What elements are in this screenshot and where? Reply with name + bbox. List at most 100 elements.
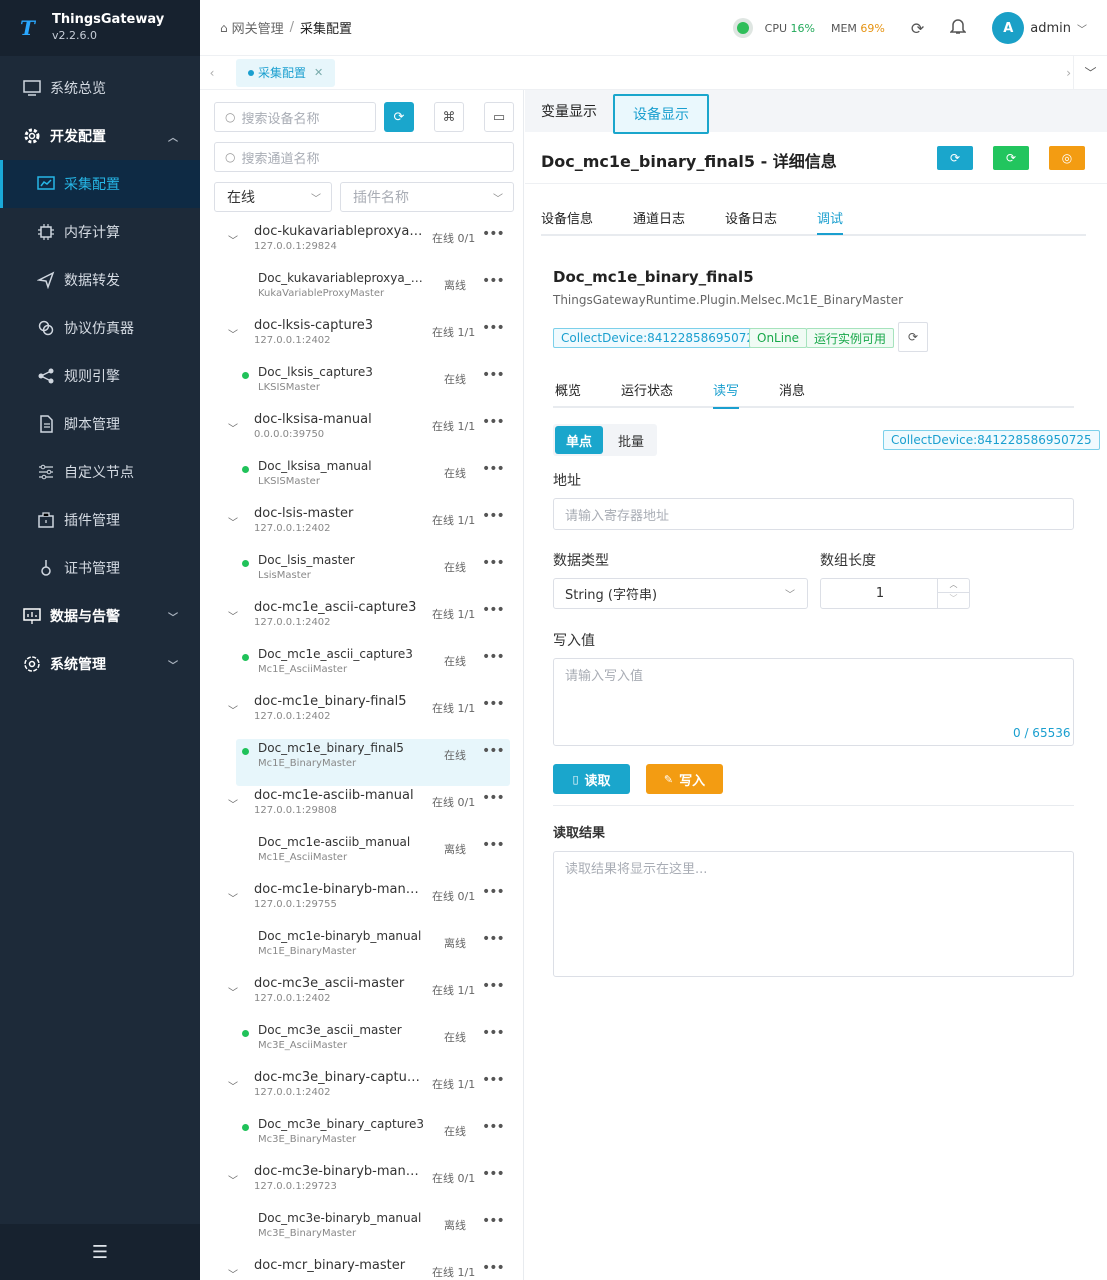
mode-batch-button[interactable]: 批量 <box>607 426 655 454</box>
increment-icon[interactable]: ︿ <box>938 579 969 593</box>
more-icon[interactable]: ••• <box>482 1260 505 1276</box>
tab-read-write[interactable]: 读写 <box>713 380 740 409</box>
stop-button[interactable]: ◎ <box>1049 146 1085 170</box>
tab-channel-log[interactable]: 通道日志 <box>633 208 685 227</box>
sidebar-item-overview[interactable]: 系统总览 <box>0 64 200 112</box>
chevron-down-icon[interactable]: ﹀ <box>228 702 238 717</box>
chevron-down-icon[interactable]: ﹀ <box>228 1172 238 1187</box>
collapse-menu-button[interactable]: ☰ <box>0 1224 200 1280</box>
chevron-down-icon[interactable]: ﹀ <box>1077 21 1087 36</box>
chevron-down-icon[interactable]: ﹀ <box>228 1078 238 1093</box>
tree-channel-item[interactable]: ﹀ doc-lksis-capture3 127.0.0.1:2402 在线 1/1 •… <box>200 316 516 363</box>
more-icon[interactable]: ••• <box>482 273 505 289</box>
more-icon[interactable]: ••• <box>482 696 505 712</box>
tree-device-item[interactable]: Doc_lksisa_manual LKSISMaster 在线 ••• <box>200 457 516 504</box>
sidebar-item-plugin-manage[interactable]: 插件管理 <box>0 496 200 544</box>
tab-variables[interactable]: 变量显示 <box>541 90 597 132</box>
tab-device-info[interactable]: 设备信息 <box>541 208 593 227</box>
sidebar-item-rule-engine[interactable]: 规则引擎 <box>0 352 200 400</box>
more-icon[interactable]: ••• <box>482 414 505 430</box>
tree-device-item[interactable]: Doc_kukavariableproxya_ma... KukaVariable… <box>200 269 516 316</box>
more-icon[interactable]: ••• <box>482 837 505 853</box>
chevron-down-icon[interactable]: ﹀ <box>228 514 238 529</box>
more-icon[interactable]: ••• <box>482 555 505 571</box>
more-icon[interactable]: ••• <box>482 461 505 477</box>
more-icon[interactable]: ••• <box>482 649 505 665</box>
more-icon[interactable]: ••• <box>482 931 505 947</box>
tree-channel-item[interactable]: ﹀ doc-mc1e-binaryb-manual 127.0.0.1:29755 在… <box>200 880 516 927</box>
write-button[interactable]: ✎ 写入 <box>646 764 723 794</box>
tree-channel-item[interactable]: ﹀ doc-mc3e_ascii-master 127.0.0.1:2402 在线 1… <box>200 974 516 1021</box>
monitor-button[interactable]: ▭ <box>484 102 514 132</box>
chevron-down-icon[interactable]: ﹀ <box>228 232 238 247</box>
tree-device-item[interactable]: Doc_mc1e-asciib_manual Mc1E_AsciiMaster 离线… <box>200 833 516 880</box>
chevron-down-icon[interactable]: ﹀ <box>228 796 238 811</box>
tab-message[interactable]: 消息 <box>779 380 805 399</box>
sidebar-item-collect-config[interactable]: 采集配置 <box>0 160 200 208</box>
tree-device-item[interactable]: Doc_lsis_master LsisMaster 在线 ••• <box>200 551 516 598</box>
sidebar-group-system[interactable]: 系统管理 ﹀ <box>0 640 200 688</box>
sidebar-item-simulator[interactable]: 协议仿真器 <box>0 304 200 352</box>
refresh-button[interactable]: ⟳ <box>937 146 973 170</box>
chevron-down-icon[interactable]: ﹀ <box>228 326 238 341</box>
tab-devices[interactable]: 设备显示 <box>613 94 709 134</box>
chevron-down-icon[interactable]: ﹀ <box>228 608 238 623</box>
tree-device-item[interactable]: Doc_lksis_capture3 LKSISMaster 在线 ••• <box>200 363 516 410</box>
more-icon[interactable]: ••• <box>482 1213 505 1229</box>
more-icon[interactable]: ••• <box>482 1072 505 1088</box>
reload-button[interactable]: ⟳ <box>898 322 928 352</box>
sidebar-item-data-forward[interactable]: 数据转发 <box>0 256 200 304</box>
more-icon[interactable]: ••• <box>482 602 505 618</box>
more-icon[interactable]: ••• <box>482 1166 505 1182</box>
plugin-filter-select[interactable]: 插件名称 ﹀ <box>340 182 514 212</box>
tab-overview[interactable]: 概览 <box>555 380 581 399</box>
chevron-down-icon[interactable]: ﹀ <box>228 1266 238 1280</box>
page-tab-collect-config[interactable]: 采集配置 ✕ <box>236 58 336 87</box>
chevron-down-icon[interactable]: ﹀ <box>228 984 238 999</box>
status-filter-select[interactable]: 在线 ﹀ <box>214 182 332 212</box>
write-value-textarea[interactable]: 请输入写入值 <box>553 658 1074 746</box>
close-icon[interactable]: ✕ <box>314 66 323 79</box>
datatype-select[interactable]: String (字符串) ﹀ <box>553 578 808 609</box>
more-icon[interactable]: ••• <box>482 884 505 900</box>
tabs-scroll-right-icon[interactable]: › <box>1066 66 1071 80</box>
tree-channel-item[interactable]: ﹀ doc-kukavariableproxya-m... 127.0.0.1:29… <box>200 222 516 269</box>
sidebar-item-cert-manage[interactable]: 证书管理 <box>0 544 200 592</box>
read-result-textarea[interactable]: 读取结果将显示在这里... <box>553 851 1074 977</box>
more-icon[interactable]: ••• <box>482 1119 505 1135</box>
refresh-icon[interactable]: ⟳ <box>911 19 924 38</box>
sidebar-item-script-manage[interactable]: 脚本管理 <box>0 400 200 448</box>
decrement-icon[interactable]: ﹀ <box>938 593 969 608</box>
tree-device-item[interactable]: Doc_mc3e_ascii_master Mc3E_AsciiMaster 在线 •… <box>200 1021 516 1068</box>
more-icon[interactable]: ••• <box>482 226 505 242</box>
search-device-input[interactable]: ○ 搜索设备名称 <box>214 102 376 132</box>
sidebar-item-custom-node[interactable]: 自定义节点 <box>0 448 200 496</box>
tree-channel-item[interactable]: ﹀ doc-mcr_binary-master 在线 1/1 ••• <box>200 1256 516 1280</box>
refresh-tree-button[interactable]: ⟳ <box>384 102 414 132</box>
tree-device-item[interactable]: Doc_mc1e-binaryb_manual Mc1E_BinaryMaster… <box>200 927 516 974</box>
search-channel-input[interactable]: ○ 搜索通道名称 <box>214 142 514 172</box>
arraylen-stepper[interactable]: 1 ︿ ﹀ <box>820 578 970 609</box>
more-icon[interactable]: ••• <box>482 743 505 759</box>
more-icon[interactable]: ••• <box>482 1025 505 1041</box>
more-icon[interactable]: ••• <box>482 320 505 336</box>
tree-channel-item[interactable]: ﹀ doc-lsis-master 127.0.0.1:2402 在线 1/1 ••• <box>200 504 516 551</box>
bell-icon[interactable] <box>949 17 968 39</box>
tabs-dropdown-icon[interactable]: ﹀ <box>1073 55 1107 90</box>
breadcrumb-root[interactable]: 网关管理 <box>232 18 284 37</box>
tree-device-item[interactable]: Doc_mc1e_binary_final5 Mc1E_BinaryMaster 在… <box>236 739 510 786</box>
more-icon[interactable]: ••• <box>482 508 505 524</box>
username[interactable]: admin <box>1030 21 1071 36</box>
avatar[interactable]: A <box>992 12 1025 44</box>
tree-device-item[interactable]: Doc_mc1e_ascii_capture3 Mc1E_AsciiMaster 在… <box>200 645 516 692</box>
bookmark-button[interactable]: ⌘ <box>434 102 464 132</box>
tree-device-item[interactable]: Doc_mc3e_binary_capture3 Mc3E_BinaryMaste… <box>200 1115 516 1162</box>
sidebar-group-data-alarm[interactable]: 数据与告警 ﹀ <box>0 592 200 640</box>
tab-debug[interactable]: 调试 <box>817 208 844 235</box>
sidebar-group-dev-config[interactable]: 开发配置 ︿ <box>0 112 200 160</box>
tree-channel-item[interactable]: ﹀ doc-mc1e_ascii-capture3 127.0.0.1:2402 在线… <box>200 598 516 645</box>
read-button[interactable]: ▯ 读取 <box>553 764 630 794</box>
mode-single-button[interactable]: 单点 <box>555 426 603 454</box>
tree-channel-item[interactable]: ﹀ doc-lksisa-manual 0.0.0.0:39750 在线 1/1 ••• <box>200 410 516 457</box>
tree-device-item[interactable]: Doc_mc3e-binaryb_manual Mc3E_BinaryMaster… <box>200 1209 516 1256</box>
